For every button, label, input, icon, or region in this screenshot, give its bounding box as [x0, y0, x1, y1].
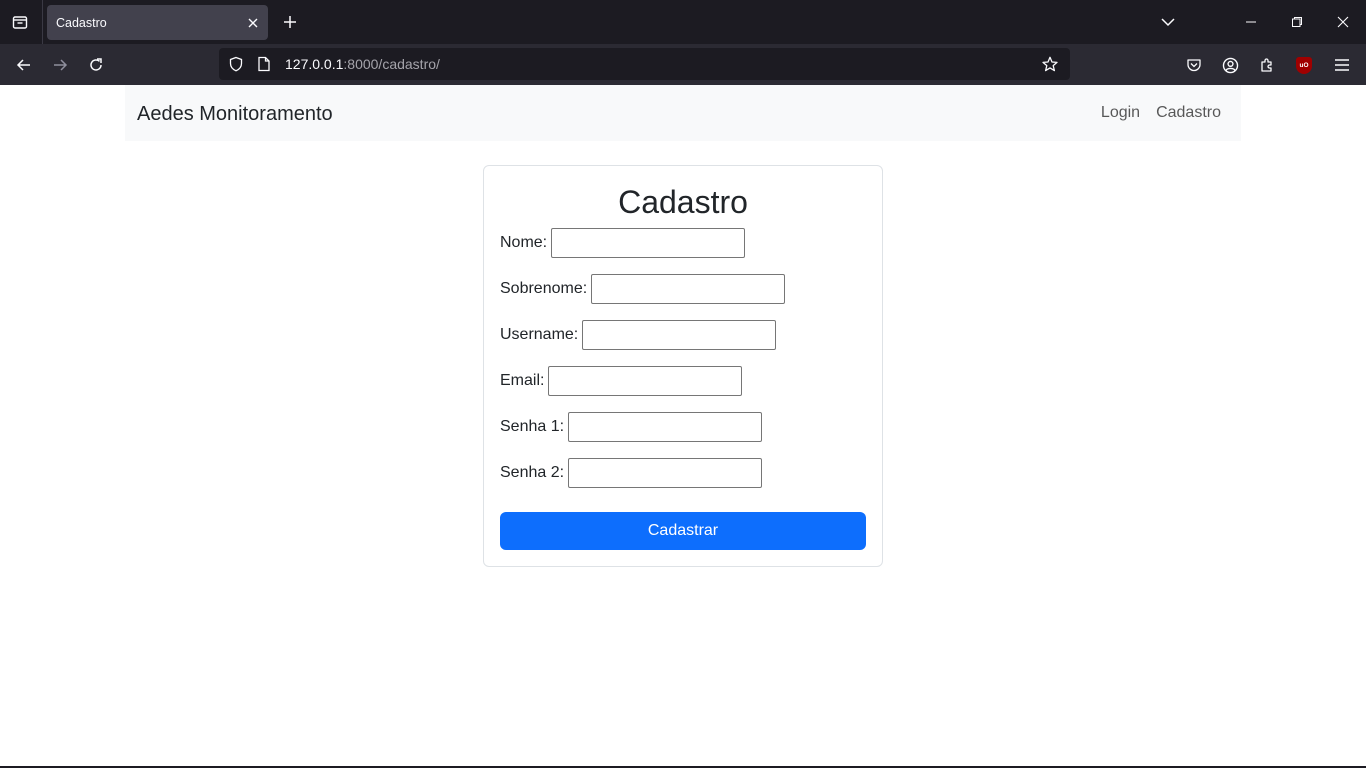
page-icon[interactable] [251, 56, 277, 72]
minimize-icon[interactable] [1228, 0, 1274, 44]
nav-link-cadastro[interactable]: Cadastro [1156, 104, 1221, 122]
nome-label: Nome: [500, 234, 548, 251]
senha1-label: Senha 1: [500, 418, 565, 435]
username-field[interactable] [582, 320, 777, 350]
url-text[interactable]: 127.0.0.1:8000/cadastro/ [285, 56, 1034, 72]
close-icon[interactable] [238, 8, 268, 38]
url-host: 127.0.0.1 [285, 56, 344, 72]
field-row-senha1: Senha 1: [500, 412, 763, 442]
browser-tab-bar: Cadastro [0, 0, 1366, 44]
hamburger-menu-icon[interactable] [1327, 50, 1357, 80]
ublock-icon[interactable]: uO [1289, 50, 1319, 80]
url-bar[interactable]: 127.0.0.1:8000/cadastro/ [219, 48, 1070, 80]
shield-icon[interactable] [221, 56, 251, 72]
page-viewport: Aedes Monitoramento Login Cadastro Cadas… [0, 85, 1366, 766]
plus-icon[interactable] [277, 9, 303, 35]
field-row-username: Username: [500, 320, 777, 350]
chevron-down-icon[interactable] [1155, 9, 1181, 35]
account-icon[interactable] [1215, 50, 1245, 80]
pocket-icon[interactable] [1179, 50, 1209, 80]
nome-field[interactable] [551, 228, 746, 258]
field-row-senha2: Senha 2: [500, 458, 763, 488]
page-title: Cadastro [618, 184, 748, 220]
field-row-nome: Nome: [500, 228, 746, 258]
field-row-sobrenome: Sobrenome: [500, 274, 786, 304]
tab-cadastro[interactable]: Cadastro [47, 5, 268, 40]
browser-nav-bar: 127.0.0.1:8000/cadastro/ uO [0, 44, 1366, 85]
reload-icon[interactable] [81, 50, 111, 80]
tab-divider [42, 0, 43, 44]
email-field[interactable] [548, 366, 743, 396]
site-nav-links: Login Cadastro [1101, 104, 1221, 122]
site-navbar: Aedes Monitoramento Login Cadastro [125, 85, 1241, 141]
email-label: Email: [500, 372, 545, 389]
extensions-icon[interactable] [1252, 50, 1282, 80]
nav-link-login[interactable]: Login [1101, 104, 1140, 122]
field-row-email: Email: [500, 366, 743, 396]
restore-icon[interactable] [1274, 0, 1320, 44]
star-icon[interactable] [1034, 56, 1066, 72]
back-icon[interactable] [9, 50, 39, 80]
signup-card: Cadastro Nome: Sobrenome: Username: Emai… [483, 165, 883, 567]
cadastrar-button[interactable]: Cadastrar [500, 512, 866, 550]
window-close-icon[interactable] [1320, 0, 1366, 44]
username-label: Username: [500, 326, 579, 343]
url-path: :8000/cadastro/ [343, 56, 440, 72]
sobrenome-field[interactable] [591, 274, 786, 304]
brand-link[interactable]: Aedes Monitoramento [137, 103, 333, 126]
tab-title: Cadastro [56, 15, 107, 30]
sobrenome-label: Sobrenome: [500, 280, 588, 297]
senha1-field[interactable] [568, 412, 763, 442]
forward-icon[interactable] [45, 50, 75, 80]
senha2-label: Senha 2: [500, 464, 565, 481]
tabs-list-icon[interactable] [6, 8, 34, 36]
senha2-field[interactable] [568, 458, 763, 488]
